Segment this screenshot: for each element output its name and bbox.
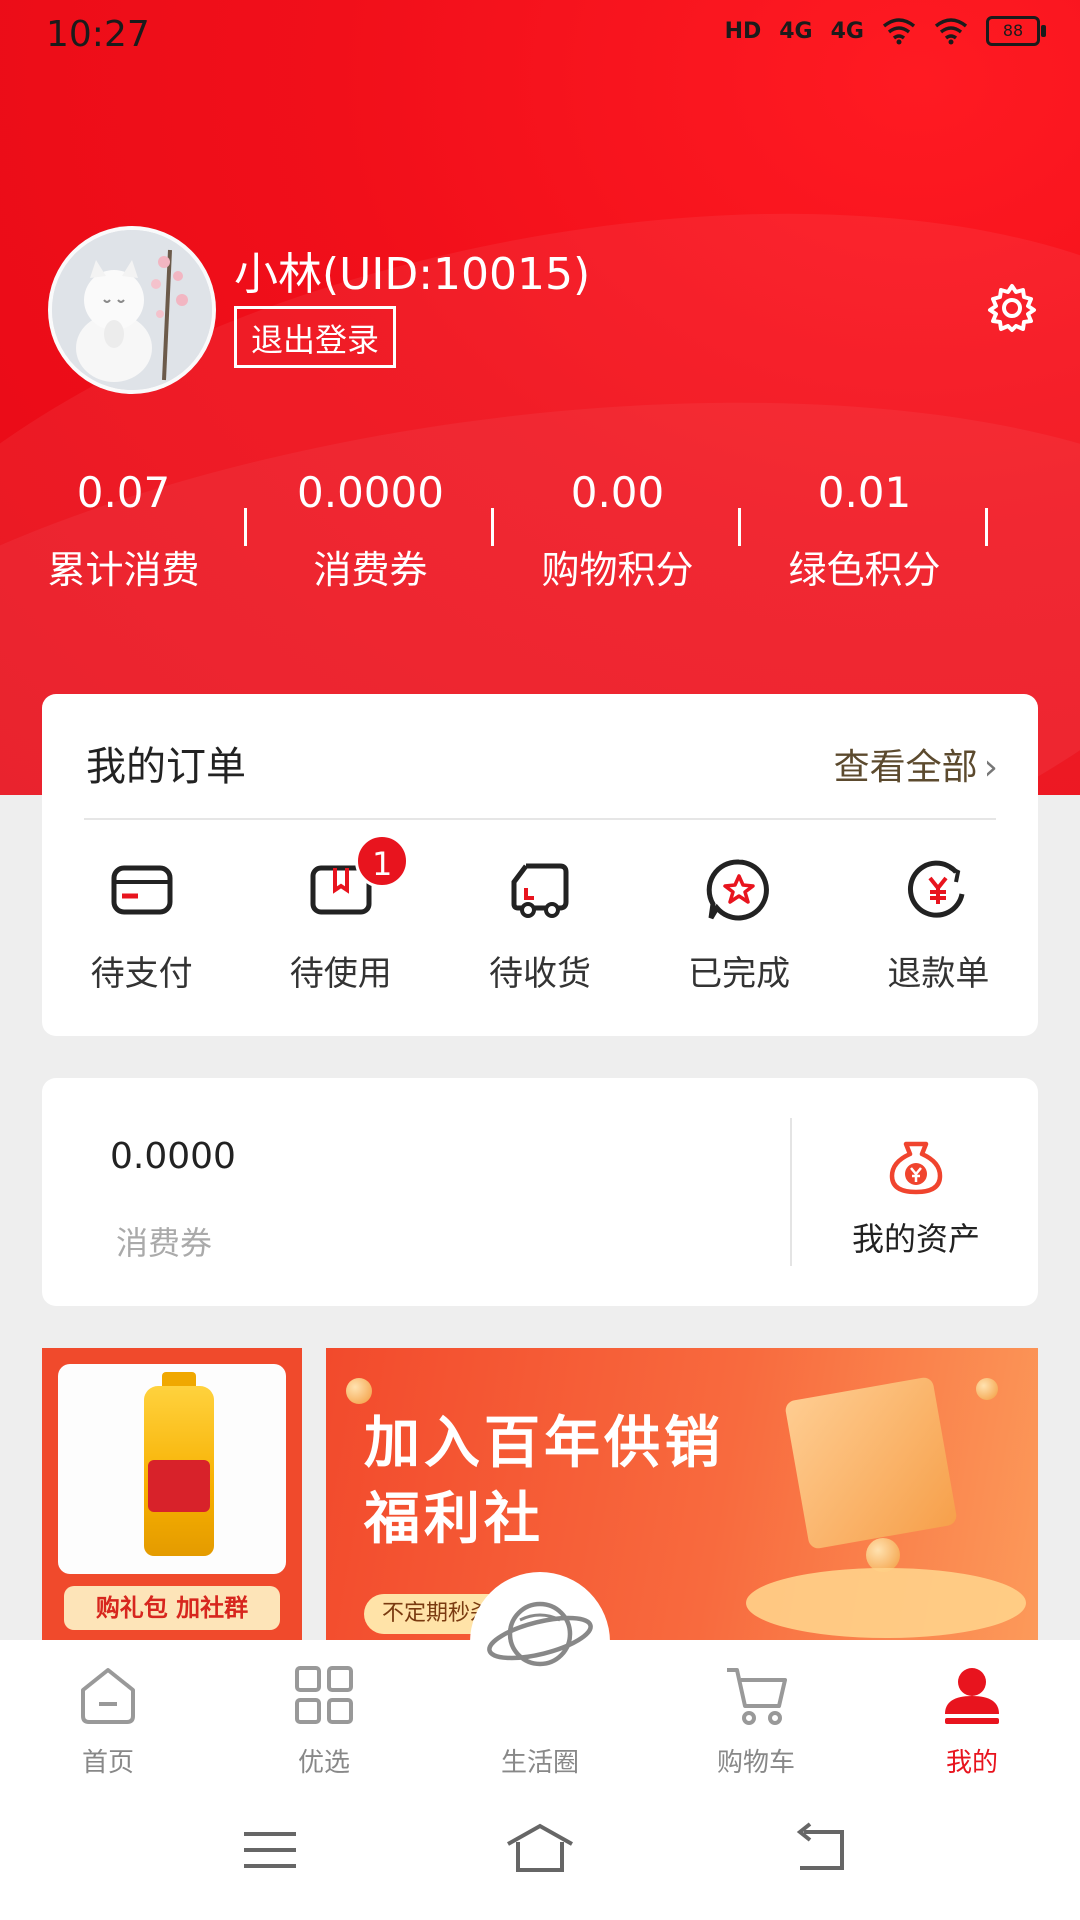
orders-card: 我的订单 查看全部 › 待支付 1 待使用 待收货 已完成 退款单 [42, 694, 1038, 1036]
tab-featured[interactable]: 优选 [216, 1640, 432, 1790]
stat-value: 0.07 [76, 468, 171, 517]
stats-row: 0.07 累计消费 0.0000 消费券 0.00 购物积分 0.01 绿色积分 [0, 460, 1080, 610]
coupon-value: 0.0000 [110, 1136, 236, 1177]
user-icon [945, 1668, 999, 1724]
profile-header [0, 0, 1080, 795]
order-label: 待支付 [90, 954, 193, 994]
promo-title: 加入百年供销 福利社 [364, 1406, 724, 1558]
signal-4g-icon: 4G [779, 18, 813, 44]
order-pending-payment[interactable]: 待支付 [42, 834, 241, 995]
view-all-orders-link[interactable]: 查看全部 › [834, 738, 998, 790]
product-image [58, 1364, 286, 1574]
system-navigation-bar [0, 1790, 1080, 1920]
battery-icon: 88 [986, 16, 1046, 46]
signal-4g-icon: 4G [830, 18, 864, 44]
hd-icon: HD [724, 18, 762, 44]
wifi-icon [882, 18, 916, 45]
status-icons: HD 4G 4G 88 [724, 16, 1046, 46]
tab-label: 首页 [81, 1748, 134, 1778]
status-time: 10:27 [46, 14, 150, 55]
decor-ball [346, 1378, 372, 1404]
order-to-use[interactable]: 1 待使用 [241, 834, 440, 995]
promo-title-line2: 福利社 [364, 1487, 544, 1552]
bottle-label [148, 1460, 210, 1512]
order-label: 待使用 [289, 954, 392, 994]
my-assets-button[interactable]: 我的资产 [794, 1078, 1038, 1306]
order-label: 已完成 [688, 954, 791, 994]
home-nav-icon[interactable] [500, 1820, 580, 1880]
wifi-icon [934, 18, 968, 45]
tab-label: 生活圈 [500, 1748, 579, 1778]
avatar[interactable] [48, 226, 216, 394]
truck-icon [511, 863, 569, 918]
assets-card: 0.0000 消费券 我的资产 [42, 1078, 1038, 1306]
stat-total-consumption[interactable]: 0.07 累计消费 [0, 460, 247, 610]
coupon-label: 消费券 [116, 1224, 213, 1262]
welfare-club-banner[interactable]: 加入百年供销 福利社 不定期秒杀送 [326, 1348, 1038, 1648]
stat-label: 累计消费 [47, 548, 200, 592]
stat-coupon[interactable]: 0.0000 消费券 [247, 460, 494, 610]
menu-icon[interactable] [230, 1820, 310, 1880]
back-icon[interactable] [780, 1820, 860, 1880]
planet-icon [487, 1601, 593, 1667]
tab-label: 我的 [945, 1748, 998, 1778]
tab-life-circle[interactable]: 生活圈 [432, 1601, 648, 1790]
decor-ball [976, 1378, 998, 1400]
home-icon [81, 1668, 135, 1724]
stat-label: 绿色积分 [788, 548, 941, 592]
divider [84, 818, 996, 820]
chevron-right-icon: › [983, 747, 998, 788]
divider [985, 508, 988, 546]
stat-green-points[interactable]: 0.01 绿色积分 [741, 460, 988, 610]
cube-illustration [784, 1376, 958, 1550]
stat-value: 0.01 [817, 468, 912, 517]
divider [790, 1118, 792, 1266]
logout-button[interactable]: 退出登录 [234, 306, 397, 368]
order-refund[interactable]: 退款单 [839, 834, 1038, 995]
avatar-image [52, 230, 212, 390]
order-count-badge: 1 [355, 834, 410, 888]
gift-pack-banner[interactable]: 购礼包 加社群 [42, 1348, 302, 1648]
orders-title: 我的订单 [86, 744, 246, 790]
decor-ball [866, 1538, 900, 1572]
grid-icon [295, 1666, 353, 1724]
money-bag-icon [889, 1141, 943, 1195]
username: 小林(UID:10015) [234, 249, 591, 300]
order-completed[interactable]: 已完成 [640, 834, 839, 995]
cart-icon [727, 1668, 787, 1725]
pedestal [746, 1568, 1026, 1638]
my-assets-label: 我的资产 [851, 1220, 980, 1258]
stat-shopping-points[interactable]: 0.00 购物积分 [494, 460, 741, 610]
view-all-label: 查看全部 [833, 747, 978, 788]
tab-cart[interactable]: 购物车 [648, 1640, 864, 1790]
gift-tag: 购礼包 加社群 [64, 1586, 280, 1630]
tab-mine[interactable]: 我的 [864, 1640, 1080, 1790]
status-bar: 10:27 HD 4G 4G 88 [0, 0, 1080, 80]
stat-value: 0.0000 [297, 468, 444, 517]
star-chat-icon [706, 859, 770, 921]
bottom-tabbar: 首页 优选 生活圈 购物车 我的 [0, 1601, 1080, 1790]
stat-label: 购物积分 [541, 548, 694, 592]
promo-title-line1: 加入百年供销 [364, 1411, 724, 1476]
refund-icon [908, 860, 965, 918]
settings-gear-icon[interactable] [986, 282, 1038, 334]
tab-label: 购物车 [716, 1748, 795, 1778]
order-status-row: 待支付 1 待使用 待收货 已完成 退款单 [42, 834, 1038, 995]
stat-value: 0.00 [570, 468, 665, 517]
order-to-receive[interactable]: 待收货 [440, 834, 639, 995]
card-icon [111, 865, 173, 915]
order-label: 退款单 [887, 954, 990, 994]
order-label: 待收货 [488, 954, 591, 994]
stat-label: 消费券 [313, 548, 428, 592]
tab-label: 优选 [297, 1748, 350, 1778]
tab-home[interactable]: 首页 [0, 1640, 216, 1790]
